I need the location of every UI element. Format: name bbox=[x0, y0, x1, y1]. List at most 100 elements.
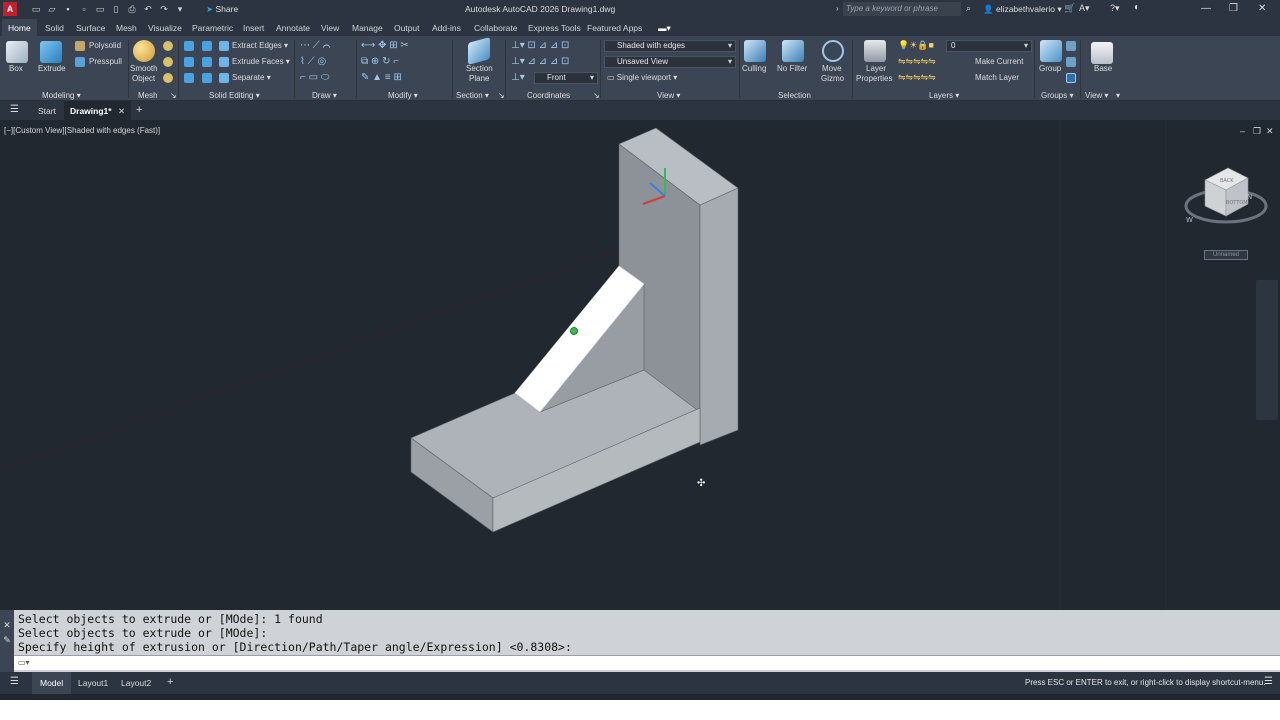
command-window-handle[interactable]: ✕ ✎ bbox=[0, 610, 14, 672]
tab-mesh[interactable]: Mesh bbox=[116, 23, 137, 33]
no-filter-icon[interactable] bbox=[782, 40, 804, 62]
mesh-tool-icon[interactable] bbox=[163, 41, 173, 51]
box-button[interactable]: Box bbox=[9, 64, 23, 73]
section-plane-button[interactable]: Section bbox=[466, 64, 493, 73]
layer-properties-button[interactable]: Layer bbox=[866, 64, 886, 73]
ungroup-icon[interactable] bbox=[1066, 41, 1076, 51]
copy-tool-icons[interactable]: ⧉ ⊕ ↻ ⌐ bbox=[361, 56, 399, 67]
make-current-button[interactable]: Make Current bbox=[975, 57, 1023, 66]
viewport-config-button[interactable]: ▭ Single viewport ▾ bbox=[607, 73, 677, 82]
tab-output[interactable]: Output bbox=[394, 23, 420, 33]
intersect-icon[interactable] bbox=[184, 57, 194, 67]
minimize-icon[interactable]: — bbox=[1201, 3, 1211, 14]
tab-manage[interactable]: Manage bbox=[352, 23, 383, 33]
qat-dropdown-icon[interactable]: ▾ bbox=[174, 3, 186, 15]
group-icon[interactable] bbox=[1040, 40, 1062, 62]
group-modeling[interactable]: Modeling ▾ bbox=[42, 91, 81, 100]
group-modify[interactable]: Modify ▾ bbox=[388, 91, 418, 100]
save-icon[interactable]: ▪ bbox=[62, 3, 74, 15]
command-input[interactable]: ▭▾ bbox=[14, 655, 1280, 670]
ribbon-overflow-icon[interactable]: ▾ bbox=[1116, 91, 1120, 100]
group-view-2[interactable]: View ▾ bbox=[1085, 91, 1108, 100]
app-menu-button[interactable]: A bbox=[3, 2, 17, 16]
panel-launcher-icon[interactable]: ↘ bbox=[498, 91, 505, 100]
base-button[interactable]: Base bbox=[1094, 64, 1112, 73]
ucs-menu-button[interactable]: Unnamed bbox=[1204, 250, 1248, 260]
group-edit-icon[interactable] bbox=[1066, 57, 1076, 67]
union-icon[interactable] bbox=[184, 41, 194, 51]
tab-visualize[interactable]: Visualize bbox=[148, 23, 182, 33]
polysolid-button[interactable]: Polysolid bbox=[89, 41, 121, 50]
extrude-icon[interactable] bbox=[40, 41, 62, 63]
culling-icon[interactable] bbox=[744, 40, 766, 62]
mesh-tool-icon[interactable] bbox=[163, 73, 173, 83]
separate-button[interactable]: Separate ▾ bbox=[232, 73, 271, 82]
slice-icon[interactable] bbox=[184, 73, 194, 83]
new-file-icon[interactable]: ▭ bbox=[30, 3, 42, 15]
tab-parametric[interactable]: Parametric bbox=[192, 23, 233, 33]
layer-tool-icons[interactable]: ⇋⇋⇋⇋⇋ bbox=[898, 72, 936, 83]
group-selection-icon[interactable] bbox=[1066, 73, 1076, 83]
extrude-button[interactable]: Extrude bbox=[38, 64, 66, 73]
layer-select[interactable]: 0 bbox=[946, 40, 1032, 52]
new-tab-icon[interactable]: + bbox=[136, 104, 142, 116]
panel-launcher-icon[interactable]: ↘ bbox=[170, 91, 177, 100]
box-icon[interactable] bbox=[6, 41, 28, 63]
new-layout-icon[interactable]: + bbox=[167, 676, 173, 688]
mesh-tool-icon[interactable] bbox=[163, 57, 173, 67]
section-plane-icon[interactable] bbox=[468, 37, 490, 65]
tab-drawing1[interactable]: Drawing1* ✕ bbox=[64, 101, 132, 120]
presspull-button[interactable]: Presspull bbox=[89, 57, 122, 66]
tab-start[interactable]: Start bbox=[38, 106, 56, 116]
web-save-icon[interactable]: ▭ bbox=[94, 3, 106, 15]
user-account-button[interactable]: 👤 elizabethvalerio ▾ bbox=[983, 4, 1062, 15]
match-layer-button[interactable]: Match Layer bbox=[975, 73, 1019, 82]
smooth-object-button[interactable]: Smooth bbox=[130, 64, 158, 73]
line-tool-icons[interactable]: ⋯ ⟋ ⌒ bbox=[300, 40, 330, 51]
help-search-input[interactable]: Type a keyword or phrase bbox=[843, 2, 961, 16]
group-coordinates[interactable]: Coordinates bbox=[527, 91, 570, 100]
move-gizmo-button[interactable]: Move bbox=[822, 64, 842, 73]
tab-annotate[interactable]: Annotate bbox=[276, 23, 310, 33]
ribbon-minimize-icon[interactable]: ▬▾ bbox=[658, 23, 671, 34]
extrude-faces-button[interactable]: Extrude Faces ▾ bbox=[232, 57, 290, 66]
subtract-icon[interactable] bbox=[202, 41, 212, 51]
polyline-tool-icons[interactable]: ⌇ ⟋ ◎ bbox=[300, 56, 326, 67]
viewcube[interactable]: BACK BOTTOM N W bbox=[1184, 167, 1268, 224]
mobile-save-icon[interactable]: ▯ bbox=[110, 3, 122, 15]
recent-commands-icon[interactable]: ▭▾ bbox=[18, 658, 30, 667]
group-selection[interactable]: Selection bbox=[778, 91, 811, 100]
group-button[interactable]: Group bbox=[1039, 64, 1061, 73]
model-canvas[interactable]: ✣ BACK BOTTOM N W bbox=[0, 120, 1280, 610]
customize-icon[interactable]: ✎ bbox=[0, 635, 14, 646]
thicken-icon[interactable] bbox=[202, 73, 212, 83]
solid-model[interactable] bbox=[410, 127, 739, 533]
tab-surface[interactable]: Surface bbox=[76, 23, 105, 33]
help-icon[interactable]: ?▾ bbox=[1110, 3, 1120, 14]
navigation-bar[interactable] bbox=[1256, 280, 1278, 420]
no-filter-button[interactable]: No Filter bbox=[777, 64, 807, 73]
group-solid-editing[interactable]: Solid Editing ▾ bbox=[209, 91, 260, 100]
tab-add-ins[interactable]: Add-ins bbox=[432, 23, 461, 33]
search-icon[interactable]: ⌕ bbox=[966, 3, 971, 14]
file-tabs-menu-icon[interactable]: ☰ bbox=[10, 104, 19, 115]
tab-collaborate[interactable]: Collaborate bbox=[474, 23, 517, 33]
assistant-icon[interactable]: ◐ bbox=[1134, 2, 1140, 13]
close-icon[interactable]: ✕ bbox=[1258, 3, 1266, 14]
rectangle-tool-icons[interactable]: ⌐ ▭ ⬭ bbox=[300, 72, 329, 83]
tab-insert[interactable]: Insert bbox=[243, 23, 264, 33]
view-direction-select[interactable]: Front bbox=[534, 72, 598, 84]
move-gizmo-icon[interactable] bbox=[822, 40, 844, 62]
print-icon[interactable]: ⎙ bbox=[126, 3, 138, 15]
tab-layout2[interactable]: Layout2 bbox=[121, 678, 151, 688]
maximize-icon[interactable]: ❐ bbox=[1229, 3, 1238, 14]
base-icon[interactable] bbox=[1091, 42, 1113, 64]
grip-point[interactable] bbox=[570, 327, 578, 335]
customization-icon[interactable]: ☰ bbox=[1264, 676, 1273, 687]
save-as-icon[interactable]: ▫ bbox=[78, 3, 90, 15]
move-tool-icons[interactable]: ⟷ ✥ ⊞ ✂ bbox=[361, 40, 409, 51]
stretch-tool-icons[interactable]: ✎ ▲ ≡ ⊞ bbox=[361, 72, 402, 83]
close-icon[interactable]: ✕ bbox=[0, 620, 14, 631]
drawing-viewport[interactable]: [−][Custom View][Shaded with edges (Fast… bbox=[0, 120, 1280, 610]
layout-menu-icon[interactable]: ☰ bbox=[10, 676, 19, 687]
